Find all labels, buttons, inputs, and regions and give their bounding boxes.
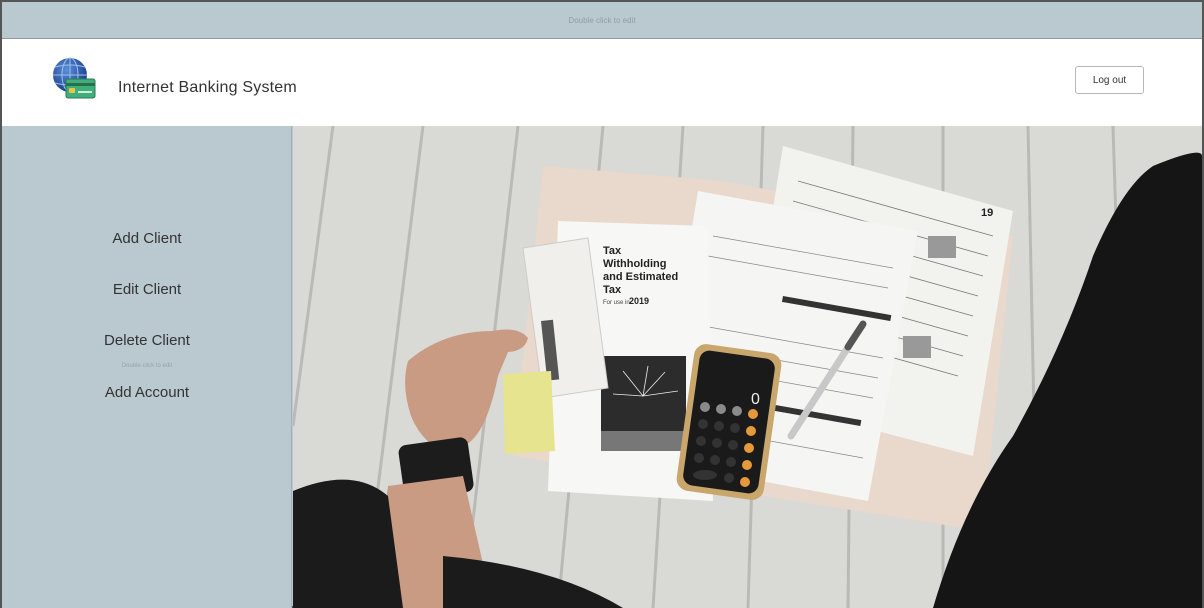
svg-text:Tax: Tax <box>603 284 622 296</box>
top-edit-strip[interactable]: Double click to edit <box>2 2 1202 39</box>
sidebar-item-add-account[interactable]: Add Account <box>2 384 292 401</box>
svg-text:0: 0 <box>751 391 760 408</box>
logout-button[interactable]: Log out <box>1075 66 1144 94</box>
svg-text:and Estimated: and Estimated <box>603 271 678 283</box>
sidebar: Add Client Edit Client Delete Client Dou… <box>2 126 292 608</box>
sidebar-edit-hint: Double click to edit <box>121 363 173 369</box>
svg-text:19: 19 <box>981 207 993 219</box>
sidebar-item-delete-client[interactable]: Delete Client <box>2 332 292 349</box>
header: Internet Banking System Log out <box>2 39 1202 126</box>
hero-image: 19 Tax Withholding and Estimated Tax For… <box>293 126 1202 608</box>
app-window: Double click to edit Internet Banking Sy… <box>0 0 1204 608</box>
svg-text:Tax: Tax <box>603 245 622 257</box>
svg-text:2019: 2019 <box>629 296 649 306</box>
app-title: Internet Banking System <box>118 79 297 96</box>
sidebar-item-add-client[interactable]: Add Client <box>2 230 292 247</box>
svg-text:Withholding: Withholding <box>603 258 666 270</box>
sidebar-item-edit-client[interactable]: Edit Client <box>2 281 292 298</box>
globe-card-icon <box>50 57 98 103</box>
svg-text:For use in: For use in <box>603 300 630 306</box>
edit-hint: Double click to edit <box>568 15 636 25</box>
